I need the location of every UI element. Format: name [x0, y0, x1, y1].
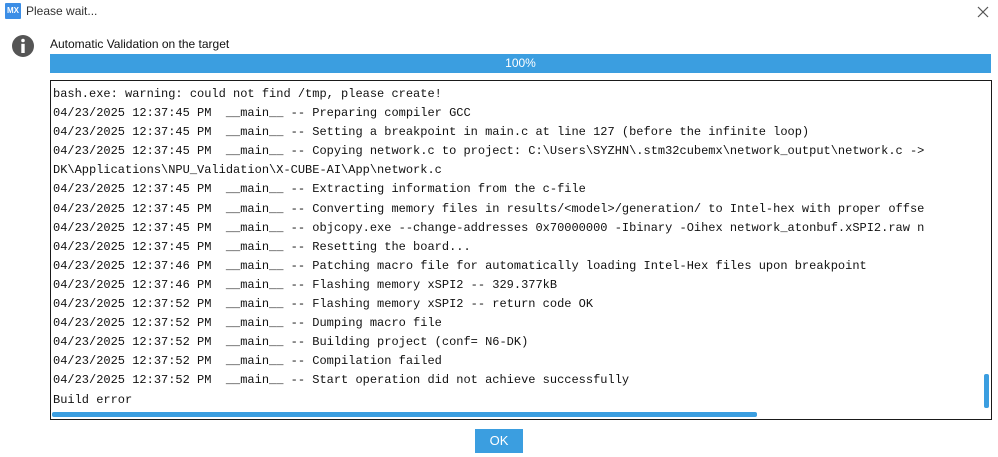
- log-line: Build error: [53, 392, 133, 407]
- progress-bar: 100%: [50, 54, 991, 73]
- log-line: 04/23/2025 12:37:46 PM __main__ -- Patch…: [53, 258, 867, 273]
- log-line: 04/23/2025 12:37:45 PM __main__ -- Setti…: [53, 125, 810, 140]
- progress-label: 100%: [505, 56, 536, 70]
- horizontal-scrollbar[interactable]: [51, 411, 991, 419]
- log-content: bash.exe: warning: could not find /tmp, …: [53, 85, 981, 407]
- log-line: bash.exe: warning: could not find /tmp, …: [53, 87, 442, 101]
- log-line: 04/23/2025 12:37:52 PM __main__ -- Compi…: [53, 354, 442, 369]
- close-button[interactable]: [968, 0, 998, 24]
- close-icon: [977, 6, 989, 18]
- window-title: Please wait...: [26, 4, 98, 18]
- vertical-scrollbar[interactable]: [982, 81, 991, 410]
- vertical-scrollbar-thumb[interactable]: [984, 374, 989, 408]
- log-line: 04/23/2025 12:37:52 PM __main__ -- Start…: [53, 373, 630, 388]
- log-line: 04/23/2025 12:37:45 PM __main__ -- Extra…: [53, 182, 586, 197]
- log-line: 04/23/2025 12:37:46 PM __main__ -- Flash…: [53, 277, 558, 292]
- validation-header-label: Automatic Validation on the target: [50, 37, 230, 51]
- log-line: 04/23/2025 12:37:52 PM __main__ -- Dumpi…: [53, 316, 442, 331]
- log-output-panel[interactable]: bash.exe: warning: could not find /tmp, …: [50, 80, 992, 420]
- log-line: DK\Applications\NPU_Validation\X-CUBE-AI…: [53, 163, 442, 178]
- info-icon: [12, 35, 34, 57]
- ok-button[interactable]: OK: [475, 429, 523, 453]
- log-line: 04/23/2025 12:37:52 PM __main__ -- Build…: [53, 335, 529, 350]
- log-line: 04/23/2025 12:37:45 PM __main__ -- Prepa…: [53, 106, 471, 121]
- title-bar: MX Please wait...: [0, 0, 998, 24]
- log-line: 04/23/2025 12:37:45 PM __main__ -- objco…: [53, 220, 925, 235]
- log-line: 04/23/2025 12:37:52 PM __main__ -- Flash…: [53, 297, 594, 312]
- horizontal-scrollbar-thumb[interactable]: [52, 412, 757, 417]
- mx-logo-icon: MX: [5, 3, 21, 19]
- log-line: 04/23/2025 12:37:45 PM __main__ -- Copyi…: [53, 144, 925, 159]
- log-line: 04/23/2025 12:37:45 PM __main__ -- Reset…: [53, 239, 471, 254]
- log-line: 04/23/2025 12:37:45 PM __main__ -- Conve…: [53, 201, 925, 216]
